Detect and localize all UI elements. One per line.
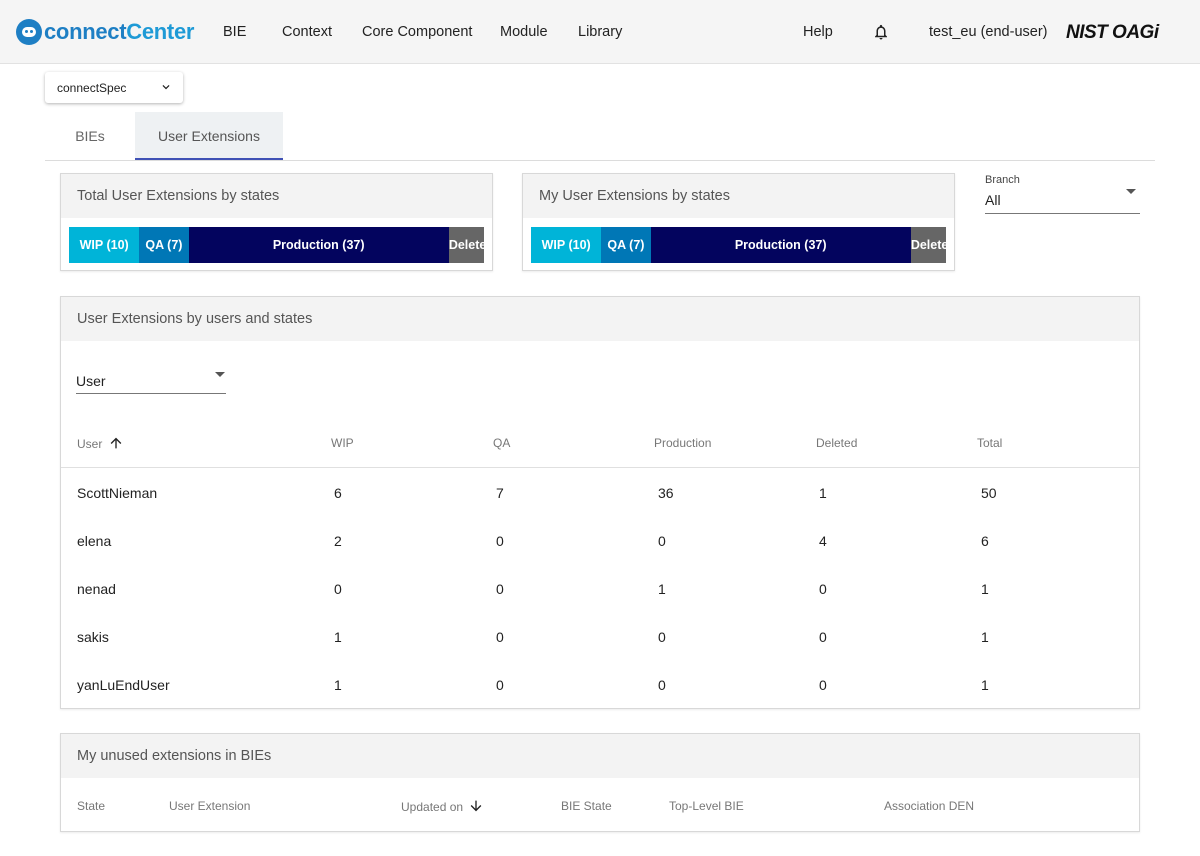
branch-label: Branch bbox=[985, 174, 1020, 186]
card-title: Total User Extensions by states bbox=[61, 174, 492, 218]
nav-core-component[interactable]: Core Component bbox=[362, 24, 472, 40]
cell-wip: 0 bbox=[334, 581, 342, 597]
nav-module[interactable]: Module bbox=[500, 24, 548, 40]
unused-extensions-card: My unused extensions in BIEs State User … bbox=[60, 733, 1140, 832]
my-user-extensions-card: My User Extensions by states WIP (10) QA … bbox=[522, 173, 955, 271]
state-segment-qa[interactable]: QA (7) bbox=[601, 227, 651, 263]
cell-user: elena bbox=[77, 533, 112, 549]
main-tabs: BIEs User Extensions bbox=[45, 112, 1155, 161]
cell-qa: 0 bbox=[496, 581, 504, 597]
user-account-menu[interactable]: test_eu (end-user) bbox=[929, 24, 1047, 40]
state-segment-production[interactable]: Production (37) bbox=[188, 227, 449, 263]
brand-name-part2: Center bbox=[126, 19, 195, 44]
cell-production: 0 bbox=[658, 533, 666, 549]
chevron-down-icon bbox=[162, 85, 170, 90]
nav-context[interactable]: Context bbox=[282, 24, 332, 40]
cell-production: 0 bbox=[658, 629, 666, 645]
tab-bies[interactable]: BIEs bbox=[45, 112, 135, 160]
cell-deleted: 0 bbox=[819, 581, 827, 597]
column-header-top-level-bie[interactable]: Top-Level BIE bbox=[669, 799, 744, 813]
cell-wip: 2 bbox=[334, 533, 342, 549]
cell-qa: 7 bbox=[496, 485, 504, 501]
dropdown-arrow-icon bbox=[1126, 189, 1136, 194]
cell-wip: 1 bbox=[334, 629, 342, 645]
branch-value: All bbox=[985, 192, 1001, 208]
nav-help[interactable]: Help bbox=[803, 24, 833, 40]
sort-descending-arrow-icon[interactable] bbox=[468, 798, 484, 814]
cell-wip: 6 bbox=[334, 485, 342, 501]
cell-total: 1 bbox=[981, 677, 989, 693]
extensions-by-users-card: User Extensions by users and states User… bbox=[60, 296, 1140, 709]
tab-user-extensions[interactable]: User Extensions bbox=[135, 112, 283, 160]
my-states-stacked-bar: WIP (10)QA (7)Production (37)Deleted bbox=[531, 227, 946, 263]
cell-production: 1 bbox=[658, 581, 666, 597]
state-segment-wip[interactable]: WIP (10) bbox=[69, 227, 140, 263]
sort-ascending-arrow-icon[interactable] bbox=[108, 435, 124, 451]
brand-name-part1: connect bbox=[44, 19, 127, 44]
cell-production: 0 bbox=[658, 677, 666, 693]
column-header-deleted[interactable]: Deleted bbox=[816, 436, 857, 450]
library-spec-select[interactable]: connectSpec bbox=[45, 72, 183, 103]
cell-total: 50 bbox=[981, 485, 997, 501]
cell-user: yanLuEndUser bbox=[77, 677, 170, 693]
cell-deleted: 4 bbox=[819, 533, 827, 549]
state-segment-deleted[interactable]: Deleted bbox=[910, 227, 946, 263]
state-segment-deleted[interactable]: Deleted bbox=[448, 227, 484, 263]
cell-wip: 1 bbox=[334, 677, 342, 693]
cell-deleted: 1 bbox=[819, 485, 827, 501]
column-header-updated-on[interactable]: Updated on bbox=[401, 798, 484, 814]
total-user-extensions-card: Total User Extensions by states WIP (10)… bbox=[60, 173, 493, 271]
state-segment-qa[interactable]: QA (7) bbox=[139, 227, 189, 263]
user-filter-value: User bbox=[76, 373, 106, 389]
cell-total: 6 bbox=[981, 533, 989, 549]
total-states-stacked-bar: WIP (10)QA (7)Production (37)Deleted bbox=[69, 227, 484, 263]
card-title: My unused extensions in BIEs bbox=[61, 734, 1139, 778]
user-filter-select[interactable]: User bbox=[76, 361, 226, 394]
column-header-association-den[interactable]: Association DEN bbox=[884, 799, 974, 813]
notifications-bell-icon[interactable] bbox=[872, 22, 890, 42]
cell-qa: 0 bbox=[496, 629, 504, 645]
card-title: My User Extensions by states bbox=[523, 174, 954, 218]
cell-user: sakis bbox=[77, 629, 109, 645]
cell-deleted: 0 bbox=[819, 629, 827, 645]
table-header-divider bbox=[61, 467, 1139, 468]
dropdown-arrow-icon bbox=[215, 372, 225, 377]
top-app-bar: connectCenter BIE Context Core Component… bbox=[0, 0, 1200, 64]
library-spec-value: connectSpec bbox=[57, 81, 127, 95]
nav-library[interactable]: Library bbox=[578, 24, 622, 40]
cell-total: 1 bbox=[981, 581, 989, 597]
column-header-state[interactable]: State bbox=[77, 799, 105, 813]
state-segment-wip[interactable]: WIP (10) bbox=[531, 227, 602, 263]
nist-oagi-logo: NIST OAGi bbox=[1066, 22, 1159, 43]
cell-qa: 0 bbox=[496, 533, 504, 549]
cell-qa: 0 bbox=[496, 677, 504, 693]
nav-bie[interactable]: BIE bbox=[223, 24, 246, 40]
brand-logo[interactable]: connectCenter bbox=[16, 19, 194, 45]
column-header-production[interactable]: Production bbox=[654, 436, 711, 450]
column-header-qa[interactable]: QA bbox=[493, 436, 510, 450]
column-header-user[interactable]: User bbox=[77, 435, 124, 451]
column-header-total[interactable]: Total bbox=[977, 436, 1002, 450]
column-header-bie-state[interactable]: BIE State bbox=[561, 799, 612, 813]
branch-select[interactable]: Branch All bbox=[985, 172, 1140, 214]
cell-total: 1 bbox=[981, 629, 989, 645]
connect-center-logo-icon bbox=[16, 19, 42, 45]
card-title: User Extensions by users and states bbox=[61, 297, 1139, 341]
cell-user: nenad bbox=[77, 581, 116, 597]
cell-user: ScottNieman bbox=[77, 485, 158, 501]
cell-deleted: 0 bbox=[819, 677, 827, 693]
column-header-user-extension[interactable]: User Extension bbox=[169, 799, 250, 813]
cell-production: 36 bbox=[658, 485, 674, 501]
state-segment-production[interactable]: Production (37) bbox=[650, 227, 911, 263]
column-header-wip[interactable]: WIP bbox=[331, 436, 354, 450]
